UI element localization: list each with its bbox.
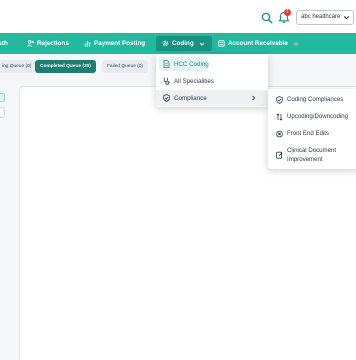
rejections-icon: [27, 40, 34, 47]
tab-label: Failed Queue (0): [107, 64, 143, 69]
notification-badge: 1: [284, 9, 291, 16]
stethoscope-icon: [163, 77, 170, 85]
shield-check-icon: [163, 94, 170, 102]
submenu-item-label: Front End Edits: [287, 130, 329, 137]
coding-dropdown-menu: HCC Coding All Specialities Compliance: [156, 54, 268, 107]
document-icon: [163, 60, 170, 68]
submenu-item-front-end-edits[interactable]: Front End Edits: [268, 129, 356, 138]
nav-item-account-receivable[interactable]: Account Receivable: [218, 33, 300, 54]
nav-item-label: Account Receivable: [228, 40, 288, 47]
menu-item-compliance[interactable]: Compliance: [156, 90, 268, 106]
submenu-item-label: Upcoding/Downcoding: [287, 113, 348, 120]
shield-check-icon: [276, 96, 283, 104]
nav-item-label: uth: [0, 40, 8, 47]
edit-document-icon: [276, 151, 283, 159]
chevron-down-icon: [199, 42, 205, 46]
filter-toggle[interactable]: [0, 93, 5, 102]
nav-item-auth[interactable]: uth: [0, 33, 8, 54]
menu-item-hcc-coding[interactable]: HCC Coding: [156, 56, 268, 72]
nav-item-coding[interactable]: Coding: [156, 36, 212, 51]
menu-item-label: All Specialities: [174, 77, 214, 85]
x-circle-icon: [276, 130, 283, 138]
invoice-icon: [218, 40, 225, 47]
bar-chart-icon: [84, 41, 91, 47]
submenu-item-coding-compliances[interactable]: Coding Compliances: [268, 95, 356, 104]
menu-item-label: Compliance: [174, 94, 207, 102]
chevron-down-icon: [293, 42, 299, 46]
menu-item-all-specialities[interactable]: All Specialities: [156, 73, 268, 89]
menu-item-label: HCC Coding: [174, 60, 209, 68]
tenant-select-value: abc healthcare: [301, 14, 341, 20]
nav-item-label: Rejections: [37, 40, 69, 47]
submenu-item-upcoding-downcoding[interactable]: Upcoding/Downcoding: [268, 112, 356, 121]
submenu-item-label: Clinical Document Improvement: [287, 147, 337, 163]
search-icon[interactable]: [261, 12, 273, 24]
submenu-item-label: Coding Compliances: [287, 96, 344, 103]
nav-item-label: Coding: [172, 40, 194, 47]
nav-item-payment-posting[interactable]: Payment Posting: [84, 33, 145, 54]
nav-item-label: Payment Posting: [94, 40, 146, 47]
gear-icon: [162, 40, 169, 47]
tab-pending-queue[interactable]: ing Queue (0): [0, 60, 37, 73]
tab-label: ing Queue (0): [2, 64, 32, 69]
filter-option[interactable]: [0, 107, 5, 118]
top-bar: 1 abc healthcare: [0, 0, 356, 33]
chevron-down-icon: [343, 16, 350, 20]
compliance-submenu: Coding Compliances Upcoding/Downcoding F…: [268, 89, 356, 169]
tab-completed-queue[interactable]: Completed Queue (20): [35, 60, 96, 73]
up-down-arrows-icon: [276, 113, 283, 121]
main-nav: uth Rejections Payment Posting Coding: [0, 33, 356, 54]
tab-failed-queue[interactable]: Failed Queue (0): [102, 60, 148, 73]
chevron-right-icon: [252, 95, 256, 101]
tab-label: Completed Queue (20): [40, 64, 91, 69]
tenant-select[interactable]: abc healthcare: [296, 10, 354, 25]
nav-item-rejections[interactable]: Rejections: [27, 33, 69, 54]
submenu-item-clinical-document-improvement[interactable]: Clinical Document Improvement: [268, 146, 356, 164]
